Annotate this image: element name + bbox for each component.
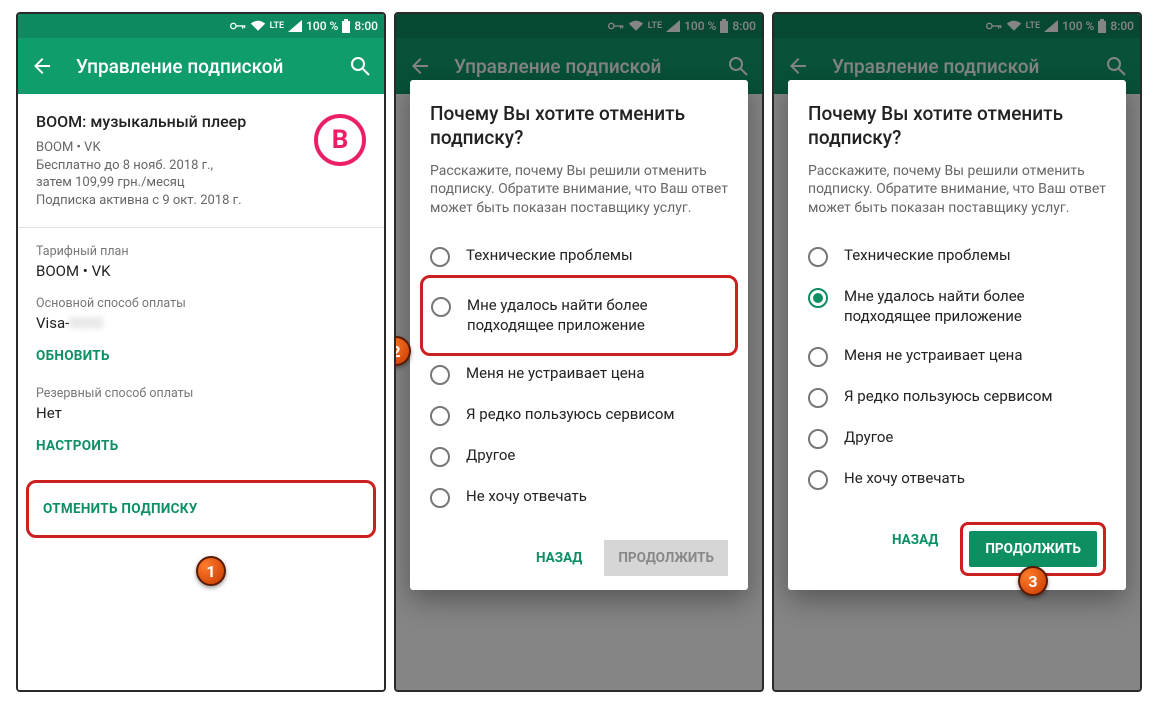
wifi-icon [250, 20, 266, 32]
reason-option[interactable]: Не хочу отвечать [808, 459, 1106, 500]
dialog-title: Почему Вы хотите отменить подписку? [808, 102, 1106, 150]
screen-2: LTE 100 % 8:00 Управление подпиской Поче… [394, 12, 764, 692]
dialog-continue-button[interactable]: ПРОДОЛЖИТЬ [969, 531, 1097, 567]
battery-icon [342, 19, 350, 33]
app-active-since: Подписка активна с 9 окт. 2018 г. [36, 192, 366, 210]
reason-option[interactable]: Другое [430, 436, 728, 477]
app-price-line1: Бесплатно до 8 нояб. 2018 г., [36, 157, 366, 175]
reason-option[interactable]: Меня не устраивает цена [808, 336, 1106, 377]
battery-percent: 100 % [306, 19, 338, 33]
dialog-back-button[interactable]: НАЗАД [524, 540, 594, 576]
dialog-subtitle: Расскажите, почему Вы решили отменить по… [808, 162, 1106, 219]
reason-option[interactable]: Не хочу отвечать [430, 477, 728, 518]
payment-value: Visa-0000 [36, 314, 366, 332]
plan-value: BOOM • VK [36, 262, 366, 280]
radio-icon [808, 247, 828, 267]
radio-icon [430, 365, 450, 385]
signal-icon [288, 20, 302, 32]
reason-option-selected[interactable]: Мне удалось найти более подходящее прило… [808, 277, 1106, 336]
radio-icon [430, 406, 450, 426]
app-price-line2: затем 109,99 грн./месяц [36, 174, 366, 192]
screen-1: LTE 100 % 8:00 Управление подпиской BOOM… [16, 12, 386, 692]
reason-option[interactable]: Другое [808, 418, 1106, 459]
lte-icon: LTE [270, 21, 284, 31]
plan-label: Тарифный план [36, 244, 366, 259]
callout-marker-3: 3 [1018, 566, 1048, 596]
reason-option[interactable]: Технические проблемы [430, 236, 728, 277]
backup-label: Резервный способ оплаты [36, 386, 366, 401]
back-icon[interactable] [30, 54, 54, 78]
screen-3: LTE 100 % 8:00 Управление подпиской Поче… [772, 12, 1142, 692]
vpn-key-icon [230, 21, 246, 31]
app-logo-icon: B [314, 114, 366, 166]
radio-icon-selected [808, 288, 828, 308]
reason-option-highlighted: Мне удалось найти более подходящее прило… [420, 275, 738, 356]
dialog-continue-button-disabled: ПРОДОЛЖИТЬ [604, 540, 728, 576]
status-bar: LTE 100 % 8:00 [18, 14, 384, 38]
reason-option[interactable]: Я редко пользуюсь сервисом [430, 395, 728, 436]
setup-button[interactable]: НАСТРОИТЬ [36, 438, 118, 454]
cancel-reason-dialog: Почему Вы хотите отменить подписку? Расс… [410, 80, 748, 590]
radio-icon [430, 447, 450, 467]
app-bar: Управление подпиской [18, 38, 384, 94]
radio-icon [808, 388, 828, 408]
reason-option[interactable]: Технические проблемы [808, 236, 1106, 277]
backup-value: Нет [36, 404, 366, 422]
radio-icon [808, 429, 828, 449]
dialog-title: Почему Вы хотите отменить подписку? [430, 102, 728, 150]
cancel-subscription-button[interactable]: ОТМЕНИТЬ ПОДПИСКУ [43, 501, 198, 517]
search-icon[interactable] [348, 54, 372, 78]
update-button[interactable]: ОБНОВИТЬ [36, 348, 110, 364]
reason-option[interactable]: Я редко пользуюсь сервисом [808, 377, 1106, 418]
radio-icon [808, 347, 828, 367]
cancel-reason-dialog: Почему Вы хотите отменить подписку? Расс… [788, 80, 1126, 590]
subscription-content: BOOM: музыкальный плеер BOOM • VK Беспла… [18, 94, 384, 690]
dialog-subtitle: Расскажите, почему Вы решили отменить по… [430, 162, 728, 219]
reason-option[interactable]: Меня не устраивает цена [430, 354, 728, 395]
cancel-subscription-row: ОТМЕНИТЬ ПОДПИСКУ [26, 480, 376, 538]
callout-marker-1: 1 [196, 556, 226, 586]
clock: 8:00 [354, 19, 378, 33]
radio-icon [808, 470, 828, 490]
page-title: Управление подпиской [76, 55, 326, 78]
radio-icon [430, 488, 450, 508]
dialog-back-button[interactable]: НАЗАД [880, 522, 950, 576]
reason-option[interactable]: Мне удалось найти более подходящее прило… [431, 286, 727, 345]
radio-icon [430, 247, 450, 267]
radio-icon [431, 297, 451, 317]
payment-label: Основной способ оплаты [36, 296, 366, 311]
